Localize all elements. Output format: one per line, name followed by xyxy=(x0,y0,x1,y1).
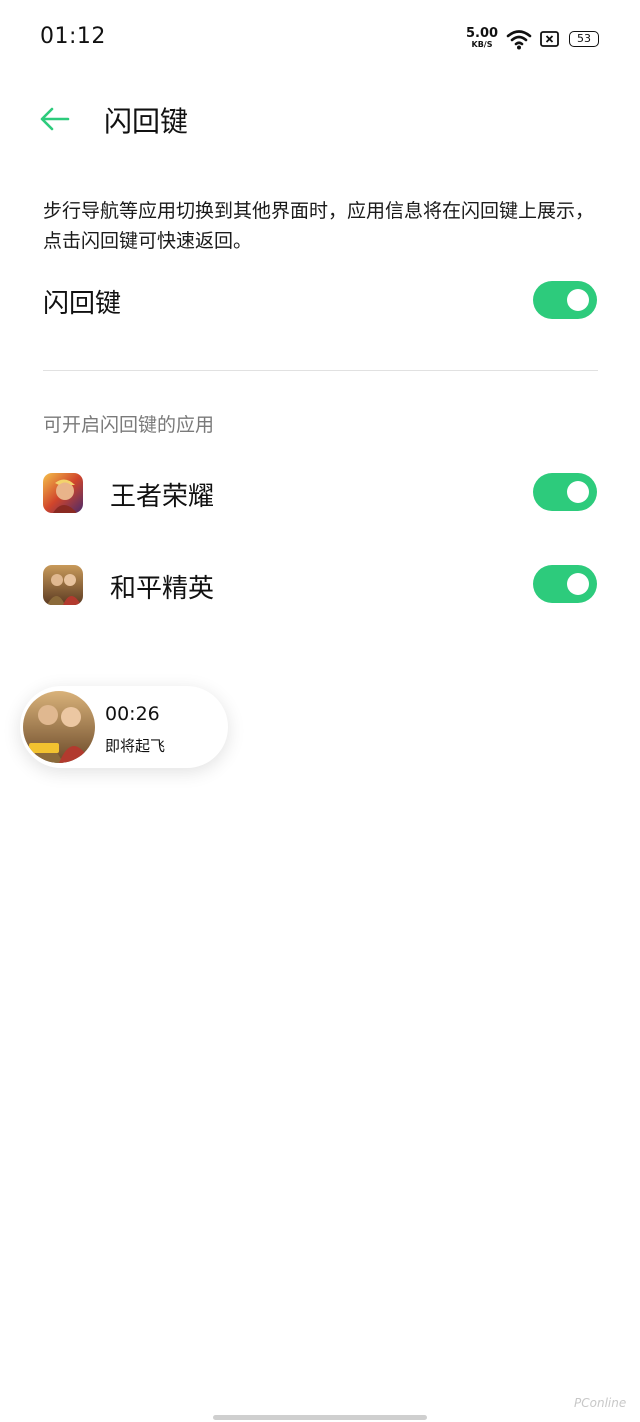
bubble-timer: 00:26 xyxy=(105,703,160,725)
app-toggle-switch[interactable] xyxy=(533,473,597,511)
wifi-icon xyxy=(506,30,532,50)
apps-section-title: 可开启闪回键的应用 xyxy=(43,414,215,436)
toggle-knob xyxy=(567,573,589,595)
section-divider xyxy=(43,370,598,371)
network-speed-unit: KB/S xyxy=(471,40,493,49)
app-icon-peacekeeper-elite xyxy=(43,565,83,605)
network-speed: 5.00 KB/S xyxy=(466,27,498,49)
toggle-knob xyxy=(567,481,589,503)
app-name: 和平精英 xyxy=(110,574,215,604)
main-toggle-switch[interactable] xyxy=(533,281,597,319)
flashback-bubble[interactable]: 00:26 即将起飞 xyxy=(20,686,228,768)
home-indicator[interactable] xyxy=(213,1415,427,1420)
bubble-status-text: 即将起飞 xyxy=(105,737,166,755)
app-icon-honor-of-kings xyxy=(43,473,83,513)
watermark: PConline xyxy=(574,1396,627,1410)
main-toggle-label: 闪回键 xyxy=(43,289,122,319)
app-name: 王者荣耀 xyxy=(110,482,215,512)
app-toggle-switch[interactable] xyxy=(533,565,597,603)
battery-icon: 53 xyxy=(569,31,599,47)
status-time: 01:12 xyxy=(40,24,106,49)
page-title: 闪回键 xyxy=(104,105,189,138)
bubble-app-avatar xyxy=(23,691,95,763)
sim-icon xyxy=(540,31,559,47)
network-speed-value: 5.00 xyxy=(466,26,499,41)
feature-description: 步行导航等应用切换到其他界面时，应用信息将在闪回键上展示，点击闪回键可快速返回。 xyxy=(43,200,595,252)
arrow-left-icon[interactable] xyxy=(38,104,72,134)
toggle-knob xyxy=(567,289,589,311)
